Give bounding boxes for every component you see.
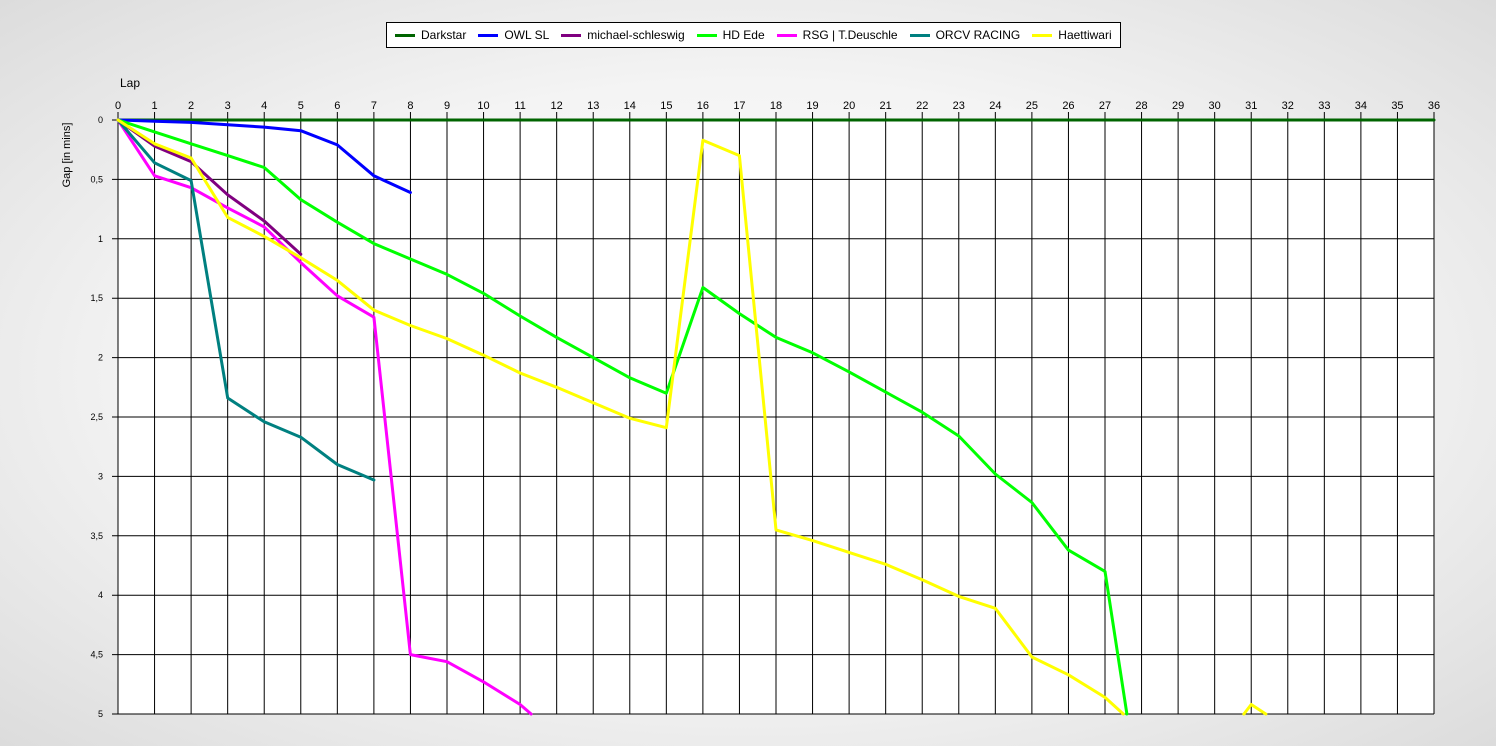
- legend-item-owl-sl: OWL SL: [478, 28, 549, 42]
- y-tick-label: 1,5: [90, 293, 103, 303]
- x-tick-label: 30: [1209, 100, 1221, 112]
- x-tick-label: 15: [660, 100, 672, 112]
- x-tick-label: 17: [733, 100, 745, 112]
- y-tick-label: 4,5: [90, 650, 103, 660]
- x-tick-label: 18: [770, 100, 782, 112]
- legend-swatch: [696, 33, 717, 37]
- x-tick-label: 16: [697, 100, 709, 112]
- legend-item-darkstar: Darkstar: [395, 28, 466, 42]
- x-tick-label: 12: [551, 100, 563, 112]
- legend-label: ORCV RACING: [935, 28, 1021, 42]
- y-tick-label: 2,5: [90, 412, 103, 422]
- x-tick-label: 26: [1062, 100, 1074, 112]
- legend-label: RSG | T.Deuschle: [802, 28, 898, 42]
- legend-item-haettiwari: Haettiwari: [1032, 28, 1112, 42]
- x-axis: 0 1 2 3 4 5 6 7 8 9 10 11 12 13 14 15 16 17 18 19 20 21 22 23 24…: [115, 100, 1440, 112]
- x-tick-label: 20: [843, 100, 855, 112]
- x-tick-label: 28: [1135, 100, 1147, 112]
- legend-label: michael-schleswig: [587, 28, 685, 42]
- legend-item-michael-schleswig: michael-schleswig: [561, 28, 685, 42]
- legend-swatch: [561, 33, 582, 37]
- legend-label: Haettiwari: [1058, 28, 1112, 42]
- x-tick-label: 29: [1172, 100, 1184, 112]
- x-axis-label: Lap: [120, 76, 140, 90]
- x-tick-label: 23: [953, 100, 965, 112]
- x-tick-label: 10: [477, 100, 489, 112]
- legend-label: Darkstar: [421, 28, 467, 42]
- y-axis: 0 0,5 1 1,5 2 2,5 3 3,5 4 4,5 5: [90, 115, 103, 719]
- x-tick-label: 6: [334, 100, 340, 112]
- x-tick-label: 33: [1318, 100, 1330, 112]
- y-axis-label: Gap [in mins]: [61, 123, 73, 188]
- x-tick-label: 21: [880, 100, 892, 112]
- legend-item-hd-ede: HD Ede: [696, 28, 765, 42]
- x-tick-label: 34: [1355, 100, 1367, 112]
- x-tick-label: 3: [225, 100, 231, 112]
- x-tick-label: 5: [298, 100, 304, 112]
- y-tick-label: 3,5: [90, 531, 103, 541]
- x-tick-label: 24: [989, 100, 1001, 112]
- x-tick-label: 35: [1391, 100, 1403, 112]
- x-tick-label: 2: [188, 100, 194, 112]
- legend-label: HD Ede: [722, 28, 765, 42]
- legend-label: OWL SL: [504, 28, 550, 42]
- y-tick-label: 0: [98, 115, 103, 125]
- y-tick-label: 1: [98, 234, 103, 244]
- legend-swatch: [909, 33, 930, 37]
- lap-gap-chart: 0 1 2 3 4 5 6 7 8 9 10 11 12 13 14 15 16 17 18 19 20 21 22 23 24…: [61, 76, 1440, 719]
- x-tick-label: 0: [115, 100, 121, 112]
- chart-grid: [112, 112, 1435, 715]
- x-tick-label: 1: [151, 100, 157, 112]
- x-tick-label: 32: [1282, 100, 1294, 112]
- legend-swatch: [776, 33, 797, 37]
- y-tick-label: 5: [98, 709, 103, 719]
- x-tick-label: 19: [806, 100, 818, 112]
- x-tick-label: 8: [407, 100, 413, 112]
- x-tick-label: 14: [624, 100, 636, 112]
- legend-swatch: [395, 33, 415, 37]
- x-tick-label: 22: [916, 100, 928, 112]
- x-tick-label: 36: [1428, 100, 1440, 112]
- x-tick-label: 31: [1245, 100, 1257, 112]
- x-tick-label: 13: [587, 100, 599, 112]
- legend-item-orcv-racing: ORCV RACING: [909, 28, 1021, 42]
- y-tick-label: 2: [98, 353, 103, 363]
- x-tick-label: 4: [261, 100, 267, 112]
- x-tick-label: 11: [514, 100, 525, 112]
- y-tick-label: 4: [98, 590, 103, 600]
- x-tick-label: 27: [1099, 100, 1111, 112]
- y-tick-label: 3: [98, 471, 103, 481]
- y-tick-label: 0,5: [90, 174, 103, 184]
- legend-swatch: [478, 33, 499, 37]
- x-tick-label: 9: [444, 100, 450, 112]
- legend-item-rsg-t-deuschle: RSG | T.Deuschle: [776, 28, 898, 42]
- x-tick-label: 7: [371, 100, 377, 112]
- legend-swatch: [1032, 33, 1053, 37]
- x-tick-label: 25: [1026, 100, 1038, 112]
- chart-legend: Darkstar OWL SL michael-schleswig HD Ede RSG…: [386, 22, 1121, 48]
